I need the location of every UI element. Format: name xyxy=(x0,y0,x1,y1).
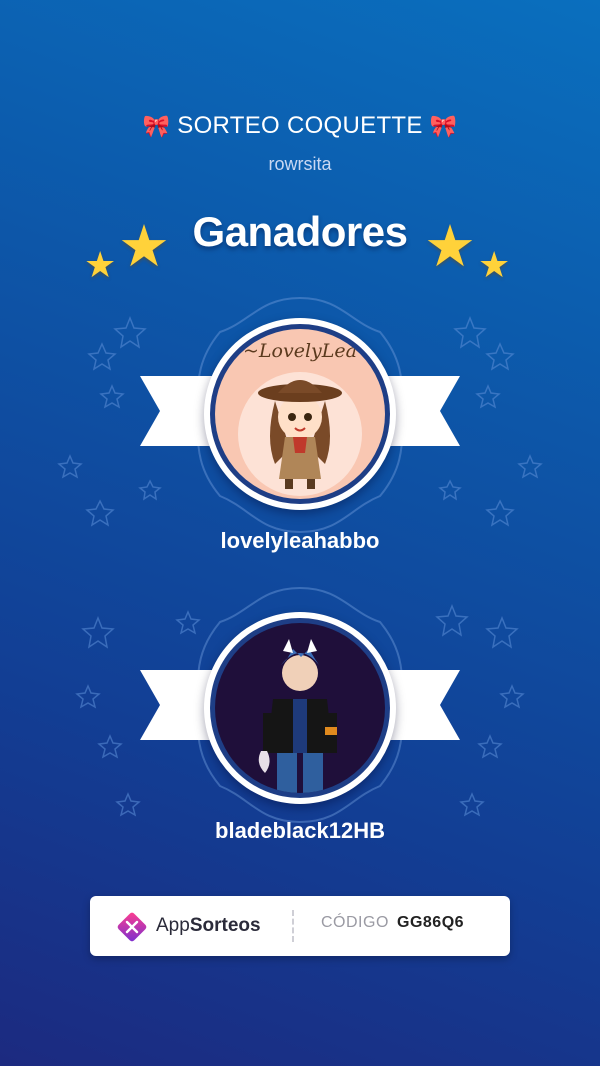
code-value: GG86Q6 xyxy=(397,914,465,931)
raffle-organizer: rowrsita xyxy=(268,154,332,174)
winner-name: bladeblack12HB xyxy=(215,818,385,843)
ribbon-bow-icon: 🎀 xyxy=(142,113,171,139)
winner-card: bladeblack12HB xyxy=(0,586,600,856)
appsorteos-logo-icon xyxy=(117,912,147,942)
star-icon: ★ xyxy=(478,244,511,285)
winner-card: ~LovelyLea lovelyleahabbo xyxy=(0,296,600,566)
winner-avatar: ~LovelyLea xyxy=(204,318,396,510)
raffle-title-row: 🎀 SORTEO COQUETTE 🎀 xyxy=(0,112,600,140)
winner-name: lovelyleahabbo xyxy=(220,528,380,553)
footer-divider xyxy=(292,910,294,942)
raffle-header: 🎀 SORTEO COQUETTE 🎀 rowrsita xyxy=(0,112,600,175)
star-icon: ★ xyxy=(424,214,476,279)
avatar-caption: ~LovelyLea xyxy=(243,340,357,362)
ribbon-bow-icon: 🎀 xyxy=(429,113,458,139)
raffle-title: SORTEO COQUETTE xyxy=(177,112,423,139)
winner-avatar xyxy=(204,612,396,804)
app-footer-card: AppSorteos CÓDIGO GG86Q6 xyxy=(90,896,510,956)
avatar-image: ~LovelyLea xyxy=(215,329,385,499)
code-label: CÓDIGO xyxy=(321,914,389,931)
app-brand: AppSorteos xyxy=(156,915,261,936)
avatar-image xyxy=(215,623,385,793)
